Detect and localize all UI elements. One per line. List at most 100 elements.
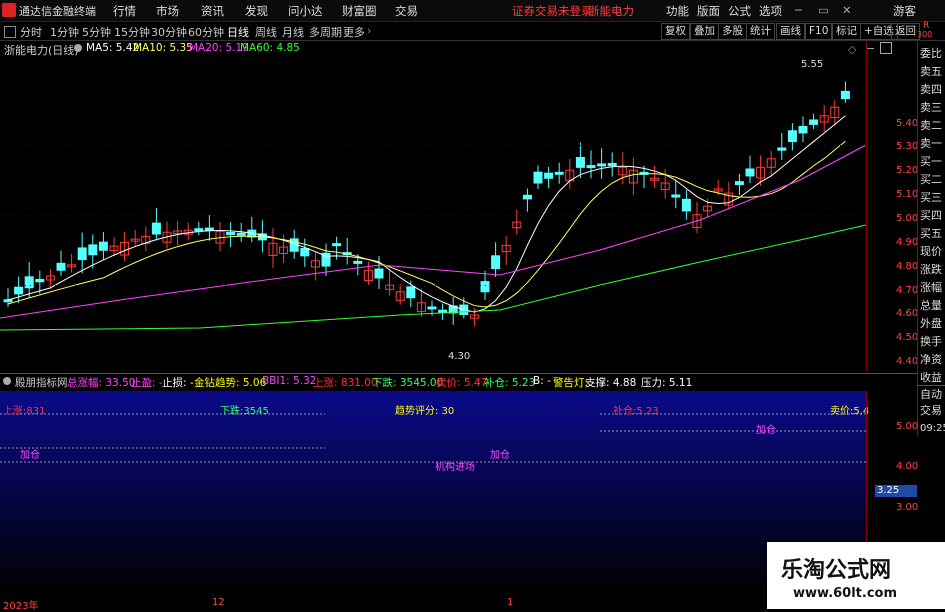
panel-item[interactable]: 买五 <box>920 225 945 243</box>
ind-label-sell: 卖价:5.4 <box>830 406 870 417</box>
ind-y-tick: 5.00 <box>896 421 919 432</box>
trade-label[interactable]: 交易 <box>920 402 945 420</box>
candle-body <box>533 171 543 184</box>
ind-field-sell: 卖价: 5.47 <box>436 377 488 389</box>
ind-field-support: 支撑: 4.88 <box>585 377 637 389</box>
y-tick: 5.30 <box>896 141 919 152</box>
panel-item[interactable]: 总量 <box>920 297 945 315</box>
candle-body <box>427 306 437 310</box>
ind-field-up: 上涨: 831.00 <box>313 377 378 389</box>
kline-chart-svg: ▼▼▼↑★ <box>0 75 867 596</box>
candle-body <box>374 268 384 279</box>
ind-label-add: 加仓 <box>490 450 510 461</box>
ind-field-b: B: - <box>533 375 551 387</box>
candle-body <box>236 232 246 236</box>
indicator-name[interactable]: 殿朋指标网 <box>15 375 68 390</box>
candle-body <box>332 243 342 247</box>
ind-label-down: 下跌:3545 <box>220 406 269 417</box>
candle-body <box>575 156 585 168</box>
candle-body <box>14 286 24 295</box>
indicator-background <box>0 391 866 596</box>
ind-y-tick: 4.00 <box>896 461 919 472</box>
ind-label-trend: 趋势评分: 30 <box>395 406 455 417</box>
ind-field-cover: 补仓: 5.23 <box>484 377 536 389</box>
candle-body <box>809 119 819 125</box>
y-tick: 4.90 <box>896 237 919 248</box>
panel-item[interactable]: 卖一 <box>920 135 945 153</box>
ind-label-add: 加仓 <box>756 425 776 436</box>
time-label: 09:25 <box>920 423 945 434</box>
candle-body <box>840 90 850 100</box>
candle-body <box>77 247 87 261</box>
panel-item[interactable]: 委比 <box>920 45 945 63</box>
candle-body <box>607 162 617 167</box>
candle-body <box>194 228 204 232</box>
panel-item[interactable]: 卖二 <box>920 117 945 135</box>
candle-body <box>204 227 214 231</box>
candle-body <box>438 309 448 313</box>
panel-item[interactable]: 净资 <box>920 351 945 369</box>
panel-item[interactable]: 涨跌 <box>920 261 945 279</box>
indicator-header: 殿朋指标网 总涨幅: 33.50 止盈: - 止损: - 金钻趋势: 5.06 … <box>0 373 917 390</box>
y-tick: 4.40 <box>896 356 919 367</box>
watermark-url: www.60lt.com <box>793 586 898 601</box>
candle-body <box>151 222 161 235</box>
settings-dot-icon[interactable] <box>3 377 11 385</box>
ind-label-add: 加仓 <box>20 450 40 461</box>
candle-body <box>522 194 532 200</box>
ma-lines-group <box>0 115 867 331</box>
x-axis-label: 12 <box>212 597 225 608</box>
candle-body <box>88 244 98 256</box>
panel-item[interactable]: 现价 <box>920 243 945 261</box>
y-tick: 4.70 <box>896 285 919 296</box>
candle-body <box>671 194 681 198</box>
ind-y-tick: 3.00 <box>896 502 919 513</box>
panel-item[interactable]: 外盘 <box>920 315 945 333</box>
panel-item[interactable]: 买四 <box>920 207 945 225</box>
panel-item[interactable]: 换手 <box>920 333 945 351</box>
watermark-box: 乐淘公式网 www.60lt.com <box>767 542 945 609</box>
y-tick: 4.60 <box>896 308 919 319</box>
quote-side-panel: 委比 卖五 卖四 卖三 卖二 卖一 买一 买二 买三 买四 买五 现价 涨跌 涨… <box>917 41 945 411</box>
ind-label-cover: 补仓:5.23 <box>613 406 659 417</box>
ind-label-up: 上涨:831 <box>3 406 46 417</box>
panel-item[interactable]: 卖三 <box>920 99 945 117</box>
panel-item[interactable]: 买一 <box>920 153 945 171</box>
candle-body <box>745 168 755 177</box>
ind-field-takeprofit: 止盈: - <box>131 377 163 389</box>
y-tick: 5.10 <box>896 189 919 200</box>
candle-body <box>681 198 691 212</box>
y-tick: 5.20 <box>896 165 919 176</box>
candle-body <box>353 260 363 264</box>
panel-item[interactable]: 卖四 <box>920 81 945 99</box>
low-price-label: 4.30 <box>448 351 471 362</box>
ma60-line <box>0 224 867 331</box>
ind-field-stoploss: 止损: - <box>162 377 194 389</box>
ind-last-value: 3.25 <box>875 485 917 497</box>
candle-body <box>98 241 108 251</box>
candle-body <box>24 276 34 289</box>
y-tick: 4.80 <box>896 261 919 272</box>
x-axis-label: 1 <box>507 597 514 608</box>
watermark-title: 乐淘公式网 <box>781 558 892 583</box>
candle-body <box>480 281 490 293</box>
panel-item[interactable]: 买三 <box>920 189 945 207</box>
panel-item[interactable]: 买二 <box>920 171 945 189</box>
candle-body <box>798 125 808 134</box>
panel-item[interactable]: 卖五 <box>920 63 945 81</box>
candle-body <box>491 255 501 270</box>
candle-body <box>35 278 45 283</box>
candle-body <box>787 130 797 143</box>
candle-body <box>406 286 416 299</box>
panel-item[interactable]: 涨幅 <box>920 279 945 297</box>
x-axis-label: 2023年 <box>3 601 39 612</box>
candle-body <box>226 231 236 235</box>
candle-body <box>777 147 787 151</box>
ind-label-institution: 机构进场 <box>435 462 475 473</box>
candle-body <box>554 171 564 175</box>
ind-field-bbi: BBI1: 5.32 <box>262 375 317 387</box>
ma-line <box>7 115 846 313</box>
candle-body <box>300 247 310 257</box>
candle-body <box>56 262 66 271</box>
ind-field-down: 下跌: 3545.00 <box>372 377 444 389</box>
